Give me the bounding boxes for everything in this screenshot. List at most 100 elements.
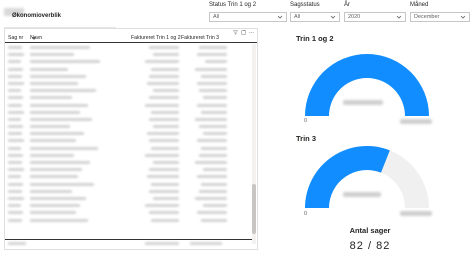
slicer-dropdown-maaned[interactable]: December [410,12,470,22]
table-row[interactable] [5,137,253,144]
redacted-cell [147,132,179,136]
redacted-cell [30,60,100,64]
redacted-cell [145,153,179,157]
table-row[interactable] [5,87,253,94]
redacted-cell [8,182,23,186]
redacted-cell [8,175,21,179]
redacted-cell [8,153,23,157]
redacted-cell [195,67,227,71]
redacted-cell [197,175,227,179]
redacted-cell [8,53,24,57]
gauge-max-redacted [400,119,432,124]
slicer-dropdown-sagsstatus[interactable]: All [290,12,340,22]
column-header-sag-nr[interactable]: Sag nr [8,35,23,41]
table-row[interactable] [5,94,253,101]
table-row[interactable] [5,217,253,224]
table-row[interactable] [5,152,253,159]
table-row[interactable] [5,102,253,109]
chevron-down-icon [460,15,466,19]
redacted-cell [197,81,227,85]
column-header-faktureret-trin-3[interactable]: Faktureret Trin 3 [181,35,219,41]
table-row[interactable] [5,123,253,130]
table-row[interactable] [5,166,253,173]
redacted-cell [8,103,22,107]
redacted-cell [147,175,179,179]
table-row[interactable] [5,173,253,180]
redacted-cell [8,189,22,193]
redacted-cell [205,60,227,64]
redacted-cell [153,89,179,93]
gauge-min-label: 0 [304,118,308,124]
table-row[interactable] [5,145,253,152]
redacted-cell [149,96,179,100]
redacted-cell [153,161,179,164]
chevron-down-icon [277,15,283,19]
redacted-cell [201,182,227,186]
redacted-cell [149,211,179,215]
redacted-cell [203,132,227,136]
redacted-cell [149,117,179,121]
redacted-cell [30,67,68,71]
table-row[interactable] [5,159,253,166]
redacted-cell [195,117,227,121]
table-row[interactable] [5,188,253,195]
redacted-cell [30,117,92,121]
table-scrollbar[interactable] [252,44,256,244]
table-row[interactable] [5,195,253,202]
gauge-title: Trin 1 og 2 [296,34,334,43]
redacted-cell [201,146,227,150]
sort-descending-icon [32,37,36,40]
table-row[interactable] [5,116,253,123]
gauge-value-redacted [343,100,383,105]
redacted-cell [30,110,80,114]
slicer-label: Måned [410,2,429,8]
gauge-arc [305,54,429,116]
slicer-label: År [344,2,350,8]
redacted-cell [8,204,21,208]
redacted-cell [30,139,76,143]
gauge-title: Trin 3 [296,134,317,143]
scrollbar-thumb[interactable] [252,184,256,234]
redacted-cell [149,168,179,172]
table-row[interactable] [5,44,253,51]
redacted-cell [195,196,227,200]
redacted-cell [149,139,179,143]
redacted-cell [30,218,88,222]
redacted-cell [30,161,90,164]
slicer-dropdown-aar[interactable]: 2020 [344,12,406,22]
table-row[interactable] [5,109,253,116]
column-header-faktureret-trin-1-2[interactable]: Faktureret Trin 1 og 2 [131,35,181,41]
redacted-cell [199,153,227,157]
table-row[interactable] [5,51,253,58]
table-row[interactable] [5,80,253,87]
slicer-dropdown-status-trin[interactable]: All [209,12,287,22]
redacted-cell [145,103,179,107]
redacted-cell [151,146,179,150]
redacted-cell [145,204,179,208]
redacted-cell [149,46,179,49]
redacted-cell [30,132,84,136]
table-row[interactable] [5,202,253,209]
table-row[interactable] [5,130,253,137]
redacted-cell [151,110,179,114]
redacted-cell [151,182,179,186]
gauge-min-label: 0 [304,211,308,217]
table-row[interactable] [5,209,253,216]
table-row[interactable] [5,181,253,188]
redacted-cell [8,46,22,49]
table-row[interactable] [5,66,253,73]
table-row[interactable] [5,73,253,80]
redacted-cell [147,81,179,85]
redacted-cell [30,196,86,200]
gauge-max-redacted [400,211,432,216]
redacted-cell [30,125,70,129]
slicer-value: December [414,14,440,20]
redacted-cell [199,189,227,193]
table-row[interactable] [5,58,253,65]
redacted-cell [201,218,227,222]
slicer-label: Sagsstatus [290,2,320,8]
redacted-cell [199,125,227,129]
redacted-cell [8,89,21,93]
redacted-cell [8,161,22,164]
redacted-cell [8,146,21,150]
